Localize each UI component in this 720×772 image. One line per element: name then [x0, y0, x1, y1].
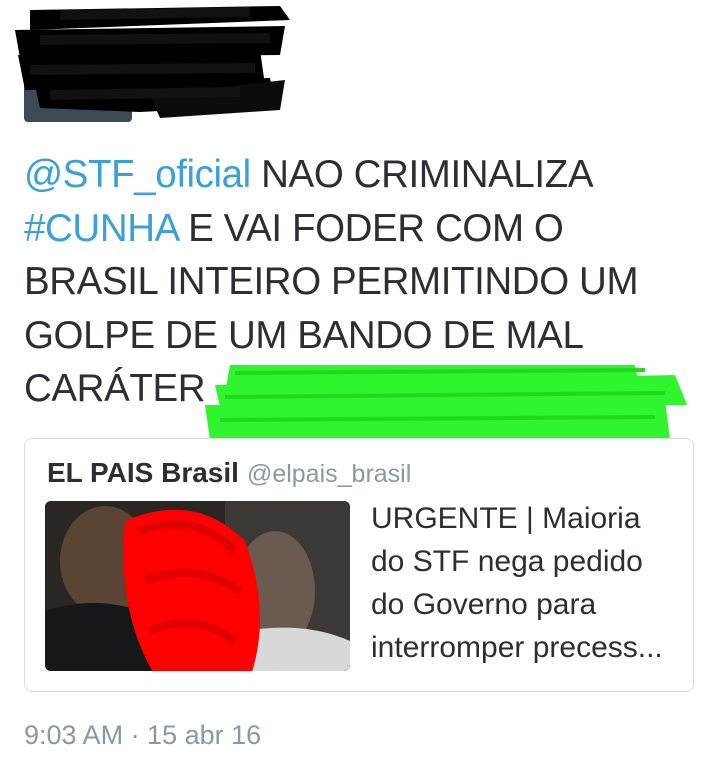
quoted-tweet-header: EL PAIS Brasil @elpais_brasil — [47, 457, 411, 489]
thumbnail-photo — [45, 501, 350, 671]
quoted-tweet-summary: URGENTE | Maioria do STF nega pedido do … — [371, 502, 663, 664]
tweet-timestamp[interactable]: 9:03 AM · 15 abr 16 — [24, 720, 261, 751]
tweet-text: @STF_oficial NAO CRIMINALIZA #CUNHA E VA… — [24, 148, 704, 416]
hashtag-link[interactable]: #CUNHA — [24, 207, 178, 250]
quoted-tweet-thumbnail[interactable] — [45, 501, 350, 671]
author-redaction-scribble — [15, 6, 290, 118]
mention-link[interactable]: @STF_oficial — [24, 153, 251, 196]
author-header — [0, 0, 720, 130]
quoted-author-name[interactable]: EL PAIS Brasil — [47, 457, 239, 488]
tweet-text-part1: NAO CRIMINALIZA — [250, 153, 592, 196]
quoted-tweet-card[interactable]: EL PAIS Brasil @elpais_brasil URGENTE | M… — [24, 438, 694, 692]
quoted-author-handle[interactable]: @elpais_brasil — [247, 460, 411, 488]
